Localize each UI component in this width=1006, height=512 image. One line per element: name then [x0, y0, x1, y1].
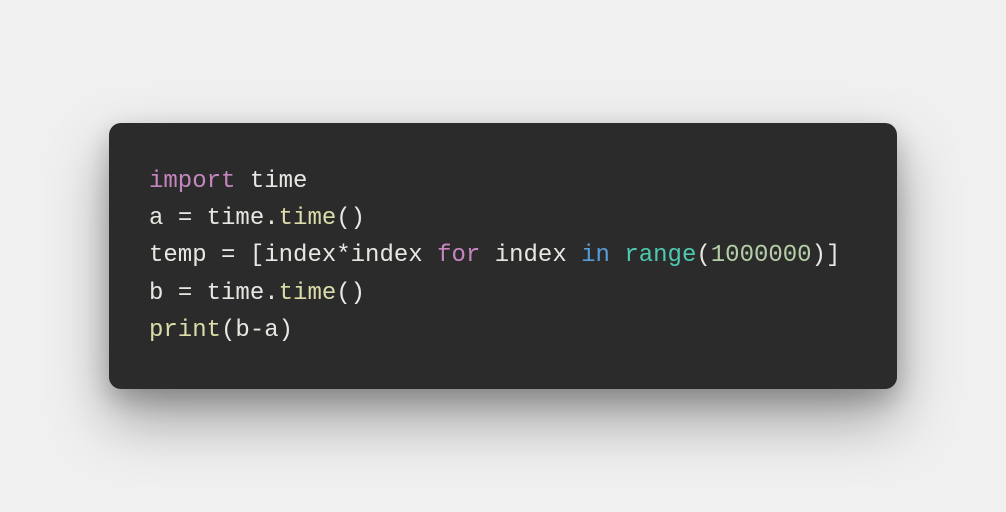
object-time: time.: [207, 205, 279, 232]
paren-open: (: [696, 242, 710, 269]
equals: =: [178, 205, 192, 232]
variable-b: b: [149, 280, 178, 307]
space: [480, 242, 494, 269]
paren-close: ): [812, 242, 826, 269]
code-block: import time a = time.time() temp = [inde…: [109, 123, 897, 389]
space: [235, 242, 249, 269]
equals: =: [221, 242, 235, 269]
module-name: time: [250, 168, 308, 195]
equals: =: [178, 280, 192, 307]
keyword-in: in: [581, 242, 610, 269]
space: [423, 242, 437, 269]
bracket-open: [: [250, 242, 264, 269]
variable-a: a: [149, 205, 178, 232]
paren-close: ): [279, 317, 293, 344]
function-time: time: [279, 205, 337, 232]
variable-temp: temp: [149, 242, 221, 269]
keyword-import: import: [149, 168, 235, 195]
space: [235, 168, 249, 195]
space: [192, 280, 206, 307]
space: [192, 205, 206, 232]
function-time: time: [279, 280, 337, 307]
parens: (): [336, 205, 365, 232]
expression: b-a: [235, 317, 278, 344]
number-literal: 1000000: [711, 242, 812, 269]
space: [610, 242, 624, 269]
code-content: import time a = time.time() temp = [inde…: [149, 163, 857, 349]
space: [567, 242, 581, 269]
iterator: index: [495, 242, 567, 269]
paren-open: (: [221, 317, 235, 344]
builtin-print: print: [149, 317, 221, 344]
expression: index*index: [264, 242, 422, 269]
object-time: time.: [207, 280, 279, 307]
parens: (): [336, 280, 365, 307]
builtin-range: range: [624, 242, 696, 269]
bracket-close: ]: [826, 242, 840, 269]
keyword-for: for: [437, 242, 480, 269]
